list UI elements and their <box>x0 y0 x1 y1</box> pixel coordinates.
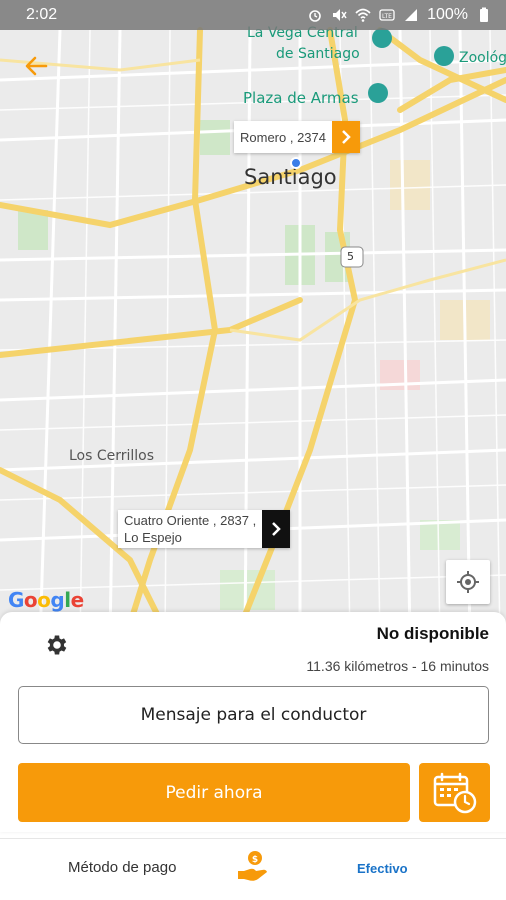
chevron-right-icon <box>262 510 291 548</box>
crosshair-icon <box>457 571 479 593</box>
map-label-los-cerrillos: Los Cerrillos <box>69 448 155 464</box>
user-location-dot <box>290 157 302 169</box>
payment-method-label: Método de pago <box>68 859 177 876</box>
status-bar: 2:02 LTE 100% <box>0 0 506 30</box>
destination-pin-line1: Cuatro Oriente , 2837 , <box>124 513 257 528</box>
origin-pin-label: Romero , 2374 <box>234 121 332 153</box>
signal-icon <box>405 9 418 21</box>
hand-coin-icon: $ <box>238 851 267 881</box>
status-time: 2:02 <box>26 6 58 23</box>
mute-icon <box>333 9 347 21</box>
destination-pin-line2: Lo Espejo <box>124 530 182 545</box>
gear-icon[interactable] <box>44 632 70 658</box>
schedule-button[interactable] <box>419 763 490 822</box>
map-label-zoologico: Zoológ <box>459 50 506 66</box>
arrow-left-icon <box>25 56 48 76</box>
wifi-icon <box>355 8 371 22</box>
message-driver-button[interactable]: Mensaje para el conductor <box>18 686 489 744</box>
availability-status: No disponible <box>376 624 489 643</box>
battery-percent: 100% <box>427 6 468 23</box>
volte-icon: LTE <box>379 9 395 21</box>
map-label-plaza-armas: Plaza de Armas <box>243 89 359 107</box>
google-logo: Google <box>8 588 84 612</box>
route-shield-label: 5 <box>347 250 354 263</box>
map-view[interactable]: La Vega Central de Santiago Zoológ Plaza… <box>0 0 506 640</box>
battery-icon <box>480 7 488 22</box>
distance-time: 11.36 kilómetros - 16 minutos <box>306 658 489 674</box>
destination-pin[interactable]: Cuatro Oriente , 2837 , Lo Espejo <box>118 510 291 548</box>
my-location-button[interactable] <box>446 560 490 604</box>
calendar-clock-icon <box>433 772 476 813</box>
alarm-icon <box>309 10 321 22</box>
back-button[interactable] <box>20 50 52 82</box>
origin-pin[interactable]: Romero , 2374 <box>234 121 360 153</box>
svg-text:$: $ <box>252 855 258 865</box>
chevron-right-icon <box>332 121 360 153</box>
svg-text:LTE: LTE <box>382 13 392 20</box>
map-label-de-santiago: de Santiago <box>276 46 360 62</box>
request-now-button[interactable]: Pedir ahora <box>18 763 410 822</box>
payment-method-value[interactable]: Efectivo <box>357 861 408 876</box>
map-label-santiago: Santiago <box>244 165 337 189</box>
